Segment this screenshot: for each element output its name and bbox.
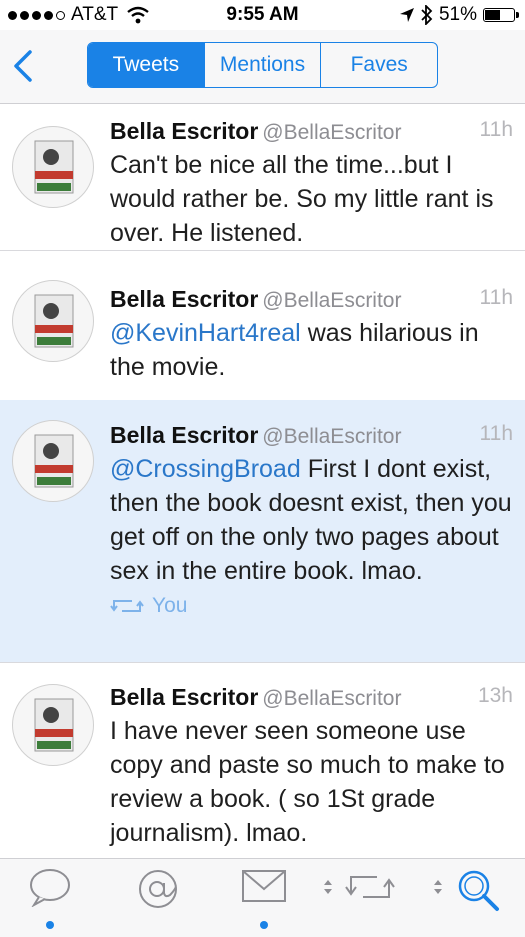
sort-arrows-icon — [434, 880, 442, 894]
tab-mentions[interactable]: Mentions — [203, 43, 321, 87]
book-cover-avatar-icon — [34, 294, 74, 348]
tab-messages[interactable] — [234, 867, 294, 929]
tweet-text-body: I have never seen someone use copy and p… — [110, 717, 505, 847]
tweet-content: Bella Escritor @BellaEscritor 11h @KevinH… — [110, 286, 515, 384]
battery-icon — [483, 8, 519, 22]
retweet-icon — [345, 876, 395, 898]
tweet-content: Bella Escritor @BellaEscritor 11h Can't b… — [110, 118, 515, 250]
tweet-text: @CrossingBroad First I dont exist, then … — [110, 452, 515, 588]
status-right: 51% — [399, 4, 519, 26]
navigation-bar: Tweets Mentions Faves — [0, 30, 525, 104]
avatar[interactable] — [12, 420, 94, 502]
tab-faves[interactable]: Faves — [320, 43, 437, 87]
tweet-header: Bella Escritor @BellaEscritor 13h — [110, 684, 515, 714]
author-name: Bella Escritor — [110, 118, 259, 144]
status-bar: AT&T 9:55 AM 51% — [0, 0, 525, 30]
battery-percent: 51% — [438, 4, 477, 25]
tweet-header: Bella Escritor @BellaEscritor 11h — [110, 422, 515, 452]
sort-arrows-icon — [324, 880, 332, 894]
unread-indicator — [46, 921, 54, 929]
tweet-time: 11h — [479, 422, 513, 445]
tweet-text: @KevinHart4real was hilarious in the mov… — [110, 316, 515, 384]
unread-indicator — [260, 921, 268, 929]
tweet-time: 13h — [477, 684, 513, 707]
retweeted-by: You — [152, 594, 188, 617]
tweet-time: 11h — [479, 118, 513, 141]
tab-tweets[interactable]: Tweets — [88, 43, 204, 87]
search-icon — [458, 870, 499, 911]
tweet-text: I have never seen someone use copy and p… — [110, 714, 515, 850]
tab-search[interactable] — [448, 867, 508, 927]
author-handle: @BellaEscritor — [262, 121, 402, 144]
envelope-icon — [242, 870, 286, 902]
book-cover-avatar-icon — [34, 140, 74, 194]
back-button[interactable] — [8, 48, 38, 84]
tweet-row[interactable]: Bella Escritor @BellaEscritor 11h @Crossi… — [0, 400, 525, 663]
speech-bubble-icon — [30, 869, 70, 907]
tweet-text-body: Can't be nice all the time...but I would… — [110, 151, 494, 247]
tweet-row[interactable]: Bella Escritor @BellaEscritor 11h @KevinH… — [0, 250, 525, 401]
at-icon — [139, 870, 177, 908]
book-cover-avatar-icon — [34, 698, 74, 752]
retweet-icon — [110, 600, 144, 612]
tab-bar — [0, 858, 525, 937]
book-cover-avatar-icon — [34, 434, 74, 488]
location-arrow-icon — [399, 8, 414, 22]
author-handle: @BellaEscritor — [262, 425, 402, 448]
author-name: Bella Escritor — [110, 684, 259, 710]
tweet-row[interactable]: Bella Escritor @BellaEscritor 11h Can't b… — [0, 104, 525, 251]
tweet-content: Bella Escritor @BellaEscritor 13h I have … — [110, 684, 515, 850]
tab-timeline[interactable] — [20, 867, 80, 929]
avatar[interactable] — [12, 280, 94, 362]
avatar[interactable] — [12, 126, 94, 208]
tweet-time: 11h — [479, 286, 513, 309]
tweet-header: Bella Escritor @BellaEscritor 11h — [110, 286, 515, 316]
author-name: Bella Escritor — [110, 286, 259, 312]
bluetooth-icon — [421, 5, 433, 25]
author-handle: @BellaEscritor — [262, 289, 402, 312]
author-name: Bella Escritor — [110, 422, 259, 448]
chevron-left-icon — [14, 50, 32, 82]
mention-link[interactable]: @KevinHart4real — [110, 319, 301, 347]
tweet-row[interactable]: Bella Escritor @BellaEscritor 13h I have … — [0, 662, 525, 862]
tab-connect[interactable] — [128, 867, 188, 927]
tweet-header: Bella Escritor @BellaEscritor 11h — [110, 118, 515, 148]
tweet-text: Can't be nice all the time...but I would… — [110, 148, 515, 250]
tab-retweets[interactable] — [340, 867, 400, 927]
author-handle: @BellaEscritor — [262, 687, 402, 710]
avatar[interactable] — [12, 684, 94, 766]
retweet-indicator: You — [110, 594, 515, 618]
mention-link[interactable]: @CrossingBroad — [110, 455, 301, 483]
timeline-segmented-control: Tweets Mentions Faves — [87, 42, 438, 88]
tweet-content: Bella Escritor @BellaEscritor 11h @Crossi… — [110, 422, 515, 618]
